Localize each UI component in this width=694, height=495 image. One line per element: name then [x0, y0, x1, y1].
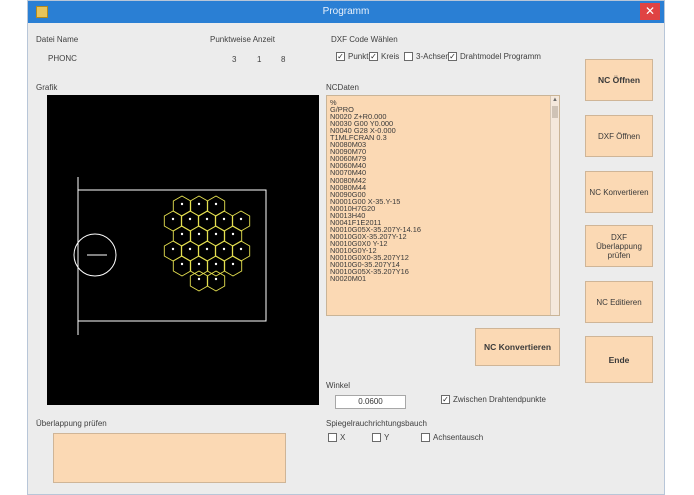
hole-point [222, 217, 226, 221]
hole-point [197, 262, 201, 266]
zwischen-checkbox-label: Zwischen Drahtendpunkte [453, 395, 546, 404]
hole-point [214, 262, 218, 266]
hole-point [214, 277, 218, 281]
nc-line: N0020M01 [330, 274, 367, 284]
mirror-y-checkbox[interactable]: Y [372, 433, 389, 442]
dxf-code-label: DXF Code Wählen [331, 35, 398, 44]
end-button-label: Ende [608, 354, 630, 365]
dxf-open-button[interactable]: DXF Öffnen [585, 115, 653, 157]
hole-point [197, 202, 201, 206]
winkel-label: Winkel [326, 381, 351, 390]
graphic-canvas [47, 95, 319, 405]
hexagon-cell [189, 255, 209, 277]
file-name-value: PHONC [48, 54, 77, 63]
3-achsen-checkbox-box[interactable] [404, 52, 413, 61]
drahtmodel-checkbox-box[interactable]: ✓ [448, 52, 457, 61]
kreis-checkbox-label: Kreis [381, 52, 400, 61]
axis-swap-checkbox[interactable]: Achsentausch [421, 433, 483, 442]
hexagon-cell [231, 240, 251, 262]
hole-point [214, 202, 218, 206]
point-value-3: 8 [281, 55, 286, 64]
nc-convert-button[interactable]: NC Konvertieren [585, 171, 653, 213]
axis-swap-checkbox-box[interactable] [421, 433, 430, 442]
end-button[interactable]: Ende [585, 336, 653, 383]
window-title: Programm [322, 6, 370, 17]
kreis-checkbox[interactable]: ✓ Kreis [369, 52, 399, 61]
mirror-x-checkbox-label: X [340, 433, 346, 442]
nc-data-list[interactable]: % G/PRO N0020 Z+R0.000 N0030 G00 Y0.000 N004… [326, 95, 560, 316]
hole-point [231, 232, 235, 236]
mirror-x-checkbox-box[interactable] [328, 433, 337, 442]
nc-list-scrollbar[interactable]: ▲ [550, 96, 559, 315]
nc-line: % [330, 98, 337, 107]
title-bar: Programm ✕ [28, 1, 664, 23]
dxf-overlap-check-button[interactable]: DXF Überlappung prüfen [585, 225, 653, 267]
hole-point [205, 247, 209, 251]
point-display-label: Punktweise Anzeit [210, 35, 275, 44]
scroll-thumb[interactable] [552, 106, 558, 118]
hole-point [239, 247, 243, 251]
3-achsen-checkbox-label: 3-Achsen [416, 52, 450, 61]
punkt-checkbox-box[interactable]: ✓ [336, 52, 345, 61]
hole-point [231, 262, 235, 266]
nc-edit-button[interactable]: NC Editieren [585, 281, 653, 323]
3-achsen-checkbox[interactable]: 3-Achsen [404, 52, 450, 61]
close-button[interactable]: ✕ [640, 3, 660, 20]
hexagon-cell [206, 255, 226, 277]
point-value-1: 3 [232, 55, 237, 64]
hole-point [214, 232, 218, 236]
hole-point [171, 247, 175, 251]
hole-point [197, 232, 201, 236]
point-value-2: 1 [257, 55, 262, 64]
file-name-label: Datei Name [36, 35, 79, 44]
hole-point [222, 247, 226, 251]
nc-open-button-label: NC Öffnen [597, 75, 641, 85]
mirror-x-checkbox[interactable]: X [328, 433, 345, 442]
drahtmodel-checkbox[interactable]: ✓ Drahtmodel Programm [448, 52, 541, 61]
hole-point [171, 217, 175, 221]
drahtmodel-checkbox-label: Drahtmodel Programm [460, 52, 541, 61]
hexagon-cell [231, 210, 251, 232]
nc-code-lines: % G/PRO N0020 Z+R0.000 N0030 G00 Y0.000 N004… [327, 96, 559, 284]
hexagon-cell [223, 255, 243, 277]
main-window: Programm ✕ Datei Name PHONC Punktweise A… [27, 0, 665, 495]
mirror-y-checkbox-label: Y [384, 433, 390, 442]
hole-point [239, 217, 243, 221]
hexagon-cell [189, 270, 209, 292]
punkt-checkbox-label: Punkt [348, 52, 369, 61]
hole-point [180, 262, 184, 266]
hole-point [188, 217, 192, 221]
zwischen-checkbox[interactable]: ✓ Zwischen Drahtendpunkte [441, 395, 546, 404]
mirror-y-checkbox-box[interactable] [372, 433, 381, 442]
dxf-overlap-check-button-line2: Überlappung prüfen [596, 241, 642, 260]
grafik-label: Grafik [36, 83, 58, 92]
kreis-checkbox-box[interactable]: ✓ [369, 52, 378, 61]
axis-swap-checkbox-label: Achsentausch [433, 433, 484, 442]
punkt-checkbox[interactable]: ✓ Punkt [336, 52, 368, 61]
hole-point [180, 202, 184, 206]
hole-point [197, 277, 201, 281]
nc-convert-main-button-label: NC Konvertieren [483, 342, 552, 352]
winkel-input[interactable]: 0.0600 [335, 395, 406, 409]
hole-point [205, 217, 209, 221]
dxf-open-button-label: DXF Öffnen [597, 131, 641, 141]
scroll-up-icon[interactable]: ▲ [552, 97, 558, 103]
nc-open-button[interactable]: NC Öffnen [585, 59, 653, 101]
nc-data-label: NCDaten [326, 83, 359, 92]
overlap-result-box [53, 433, 286, 483]
hexagon-cell [206, 270, 226, 292]
nc-convert-button-label: NC Konvertieren [589, 187, 649, 197]
hole-point [188, 247, 192, 251]
zwischen-checkbox-box[interactable]: ✓ [441, 395, 450, 404]
overlap-label: Überlappung prüfen [36, 419, 107, 428]
hexagon-cell [172, 255, 192, 277]
nc-convert-main-button[interactable]: NC Konvertieren [475, 328, 560, 366]
part-drawing [73, 177, 267, 335]
dxf-overlap-check-button-line1: DXF [611, 232, 627, 242]
nc-edit-button-label: NC Editieren [596, 297, 642, 307]
mirror-label: Spiegelrauchrichtungsbauch [326, 419, 427, 428]
hole-point [180, 232, 184, 236]
